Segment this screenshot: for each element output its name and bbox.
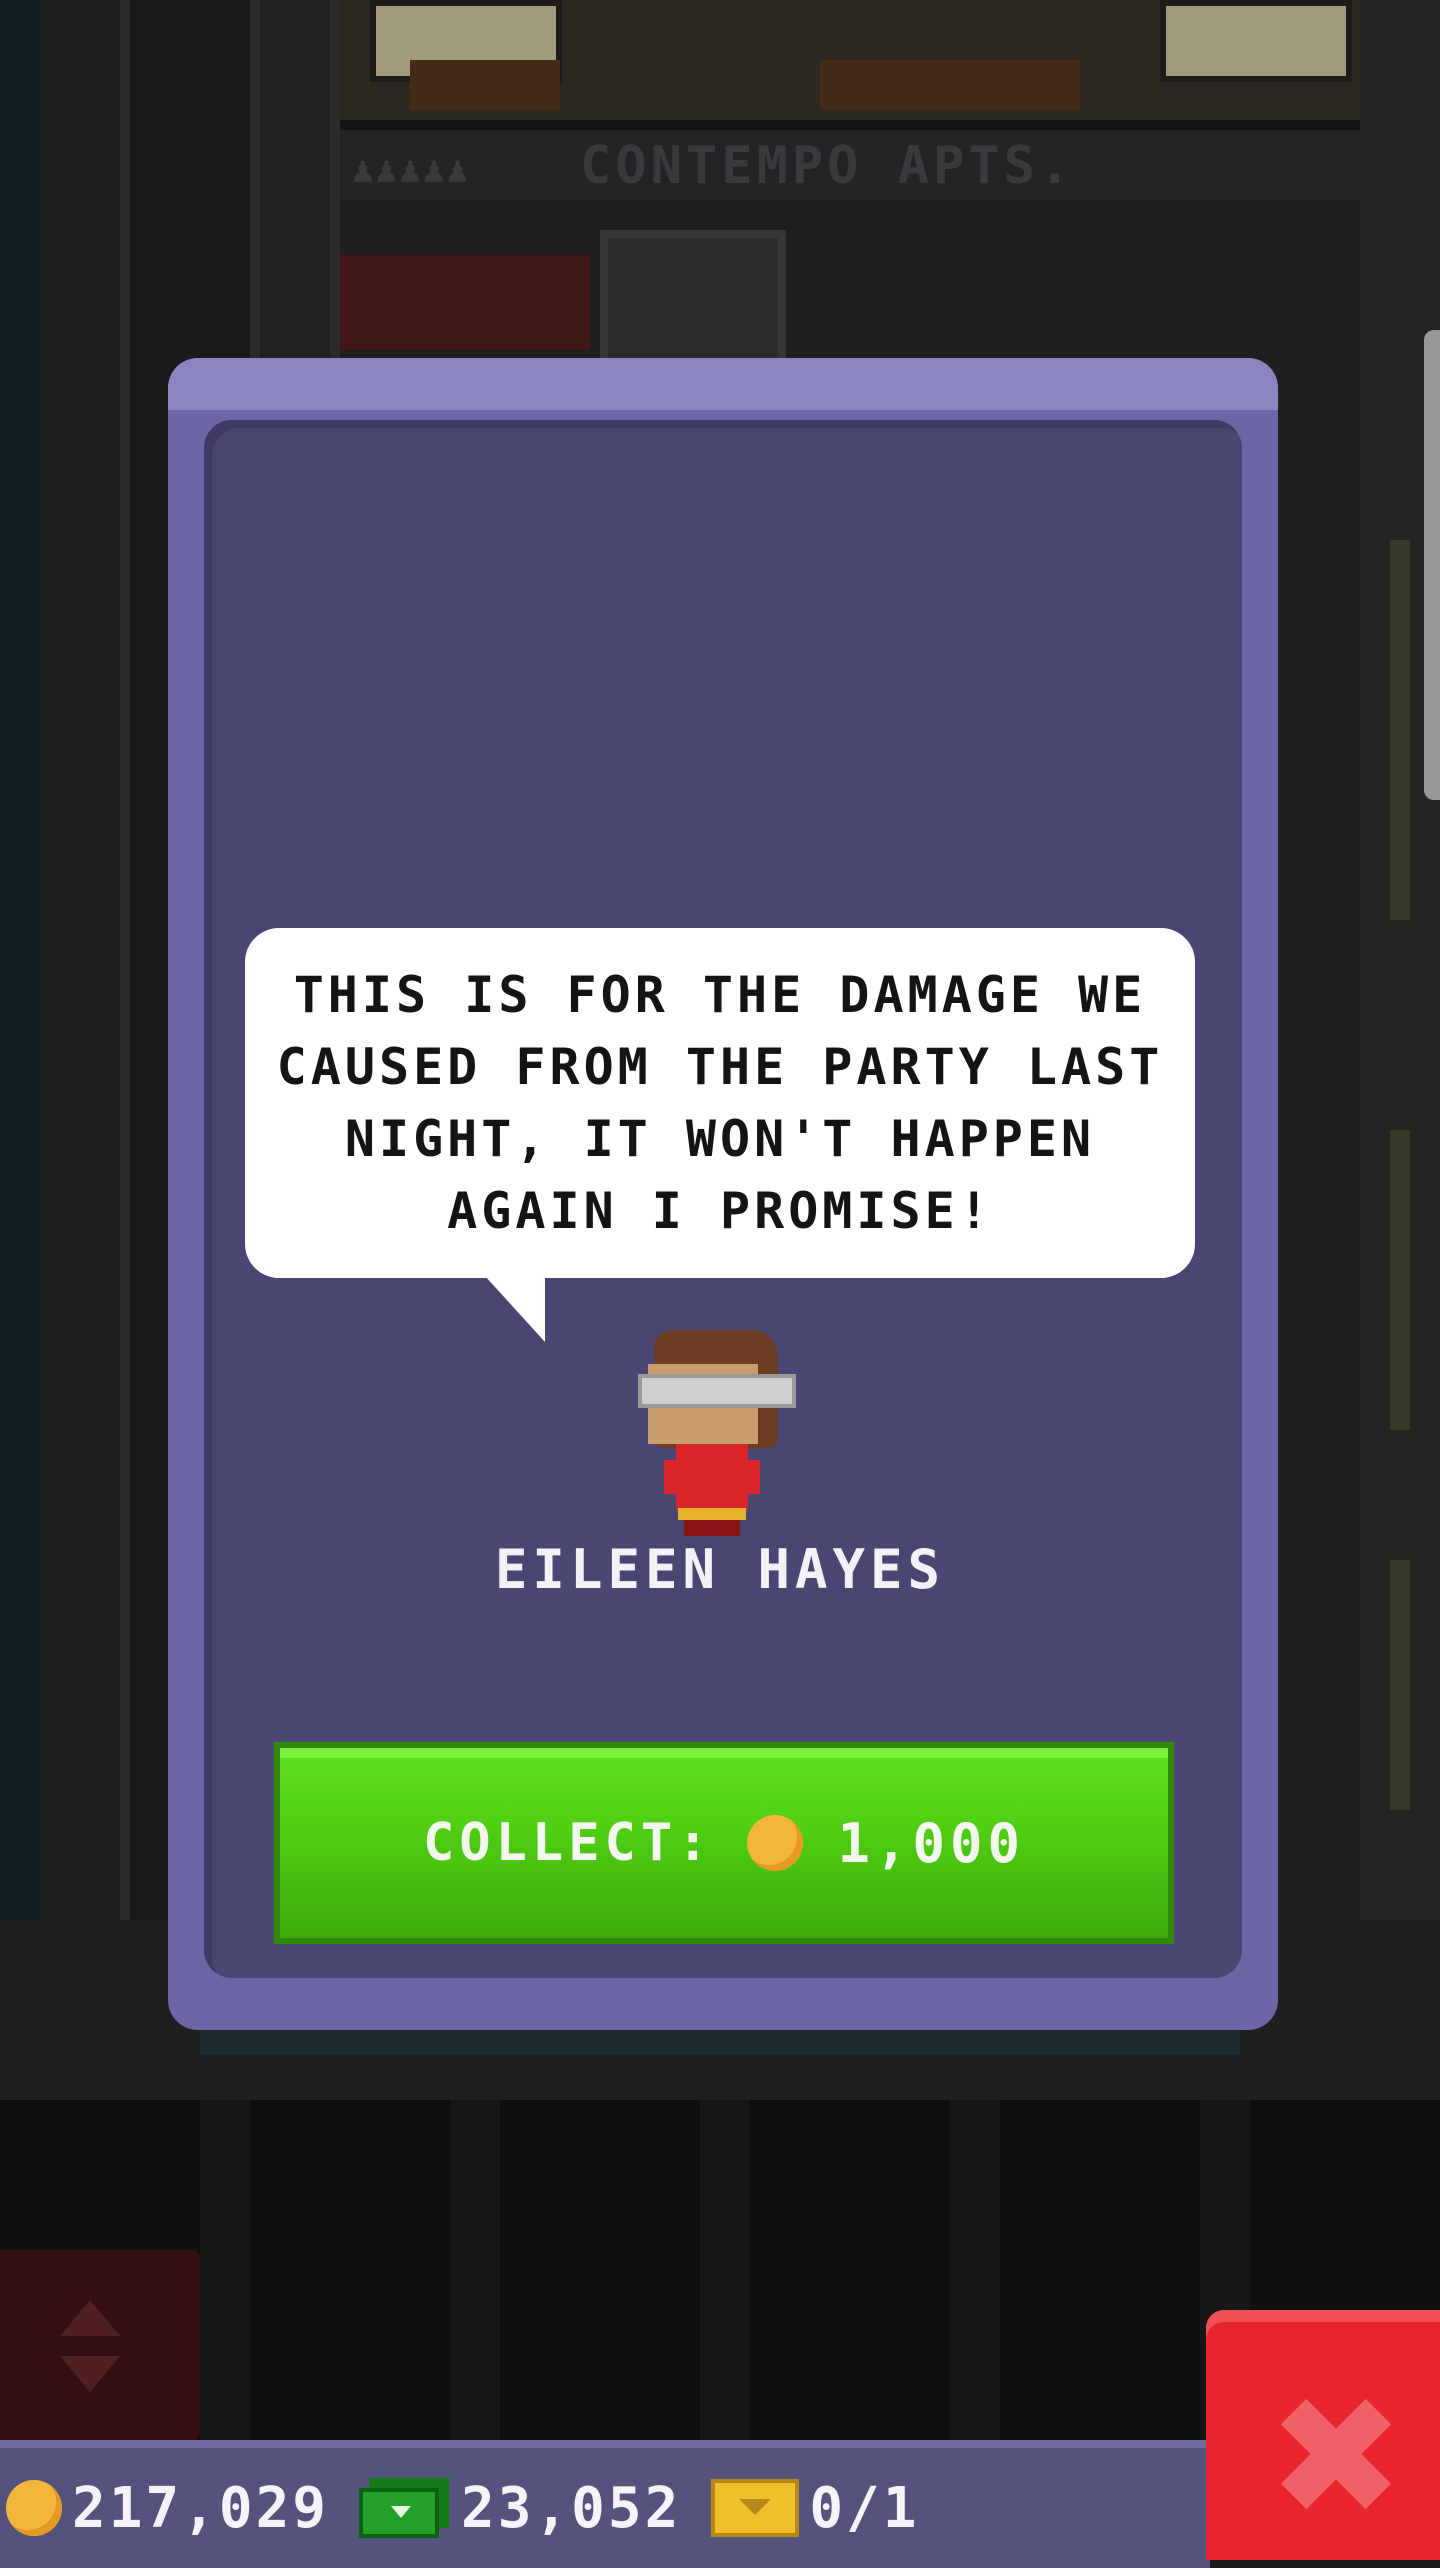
- close-button[interactable]: [1206, 2310, 1440, 2560]
- coin-icon: [6, 2480, 62, 2536]
- tickets-value: 0/1: [809, 2475, 920, 2541]
- bux-value: 23,052: [461, 2475, 682, 2541]
- currency-status-bar: 217,029 23,052 0/1: [0, 2440, 1210, 2568]
- coins-value: 217,029: [72, 2475, 330, 2541]
- collect-button[interactable]: COLLECT: 1,000: [274, 1742, 1174, 1944]
- tower-bux-icon: [359, 2478, 451, 2538]
- dialog-message: THIS IS FOR THE DAMAGE WE CAUSED FROM TH…: [276, 966, 1164, 1240]
- speech-bubble: THIS IS FOR THE DAMAGE WE CAUSED FROM TH…: [245, 928, 1195, 1278]
- coins-stat: 217,029: [6, 2476, 329, 2541]
- character-name: EILEEN HAYES: [494, 1538, 946, 1601]
- dialog-top-edge: [168, 358, 1278, 410]
- golden-ticket-icon: [711, 2479, 800, 2537]
- resident-character-avatar: [634, 1330, 796, 1540]
- speech-bubble-tail: [485, 1276, 545, 1342]
- tickets-stat[interactable]: 0/1: [687, 2476, 919, 2541]
- collect-amount: 1,000: [837, 1811, 1025, 1875]
- bux-stat[interactable]: 23,052: [335, 2476, 681, 2541]
- coin-icon: [747, 1815, 804, 1871]
- collect-label: COLLECT:: [422, 1813, 714, 1873]
